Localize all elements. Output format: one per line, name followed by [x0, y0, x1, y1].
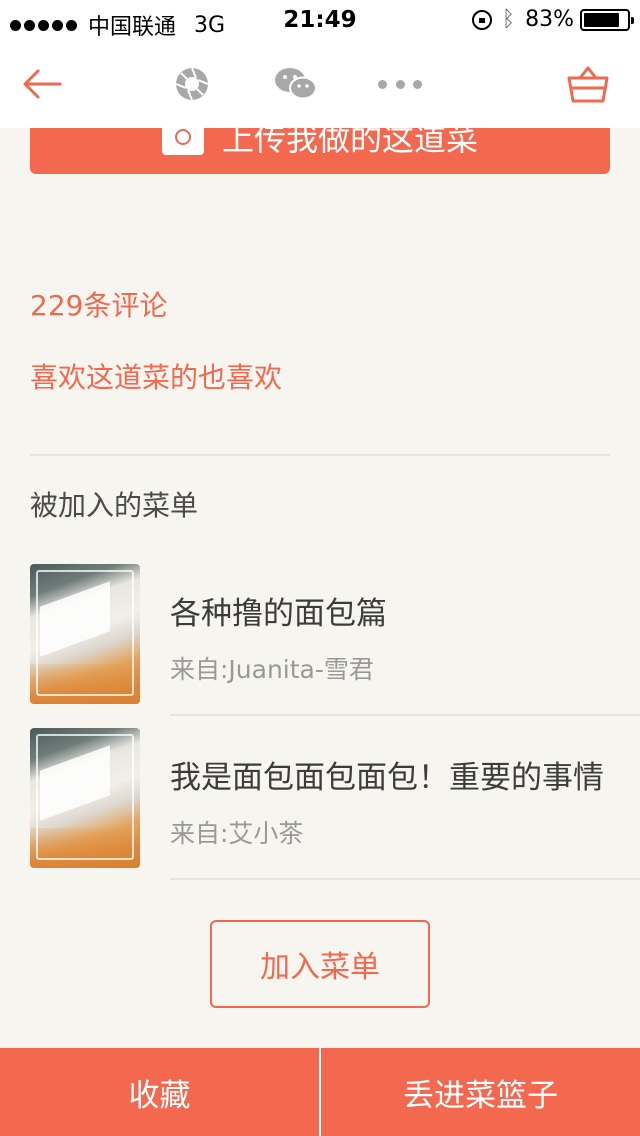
basket-icon[interactable] — [566, 64, 610, 104]
camera-aperture-icon[interactable] — [174, 66, 210, 102]
menu-title: 各种撸的面包篇 — [170, 596, 387, 632]
item-divider — [170, 714, 640, 716]
thumbnail-frame — [36, 570, 134, 696]
list-item[interactable]: 各种撸的面包篇 来自:Juanita-雪君 — [0, 564, 640, 728]
menu-author: 来自:艾小茶 — [170, 819, 304, 848]
arrow-left-icon[interactable] — [22, 66, 62, 102]
item-divider — [170, 878, 640, 880]
status-bar: 中国联通 3G 21:49 ᛒ 83% — [0, 0, 640, 40]
bluetooth-icon: ᛒ — [501, 7, 516, 32]
thumbnail-frame — [36, 734, 134, 860]
menu-author: 来自:Juanita-雪君 — [170, 655, 374, 684]
add-to-basket-button[interactable]: 丢进菜篮子 — [321, 1048, 640, 1136]
battery-icon — [580, 8, 634, 31]
wechat-icon[interactable] — [274, 66, 318, 102]
add-to-menu-button[interactable]: 加入菜单 — [210, 920, 430, 1008]
list-item[interactable]: 我是面包面包面包！重要的事情 来自:艾小茶 — [0, 728, 640, 892]
more-dot — [378, 79, 387, 89]
comments-link[interactable]: 229条评论 — [30, 284, 167, 324]
also-like-link[interactable]: 喜欢这道菜的也喜欢 — [30, 356, 282, 396]
menu-thumbnail — [30, 728, 140, 868]
section-divider — [30, 454, 610, 456]
menu-thumbnail — [30, 564, 140, 704]
bottom-action-bar: 收藏 丢进菜篮子 — [0, 1048, 640, 1136]
more-dot — [413, 79, 422, 89]
battery-percent: 83% — [525, 7, 574, 32]
button-divider — [319, 1048, 321, 1136]
more-dots-icon[interactable] — [378, 74, 422, 94]
battery-fill — [584, 12, 619, 27]
favorite-button[interactable]: 收藏 — [0, 1048, 319, 1136]
added-menus-title: 被加入的菜单 — [30, 489, 199, 522]
rotation-lock-icon — [471, 9, 492, 30]
menu-title: 我是面包面包面包！重要的事情 — [170, 760, 604, 796]
nav-bar — [0, 40, 640, 128]
more-dot — [395, 79, 405, 89]
